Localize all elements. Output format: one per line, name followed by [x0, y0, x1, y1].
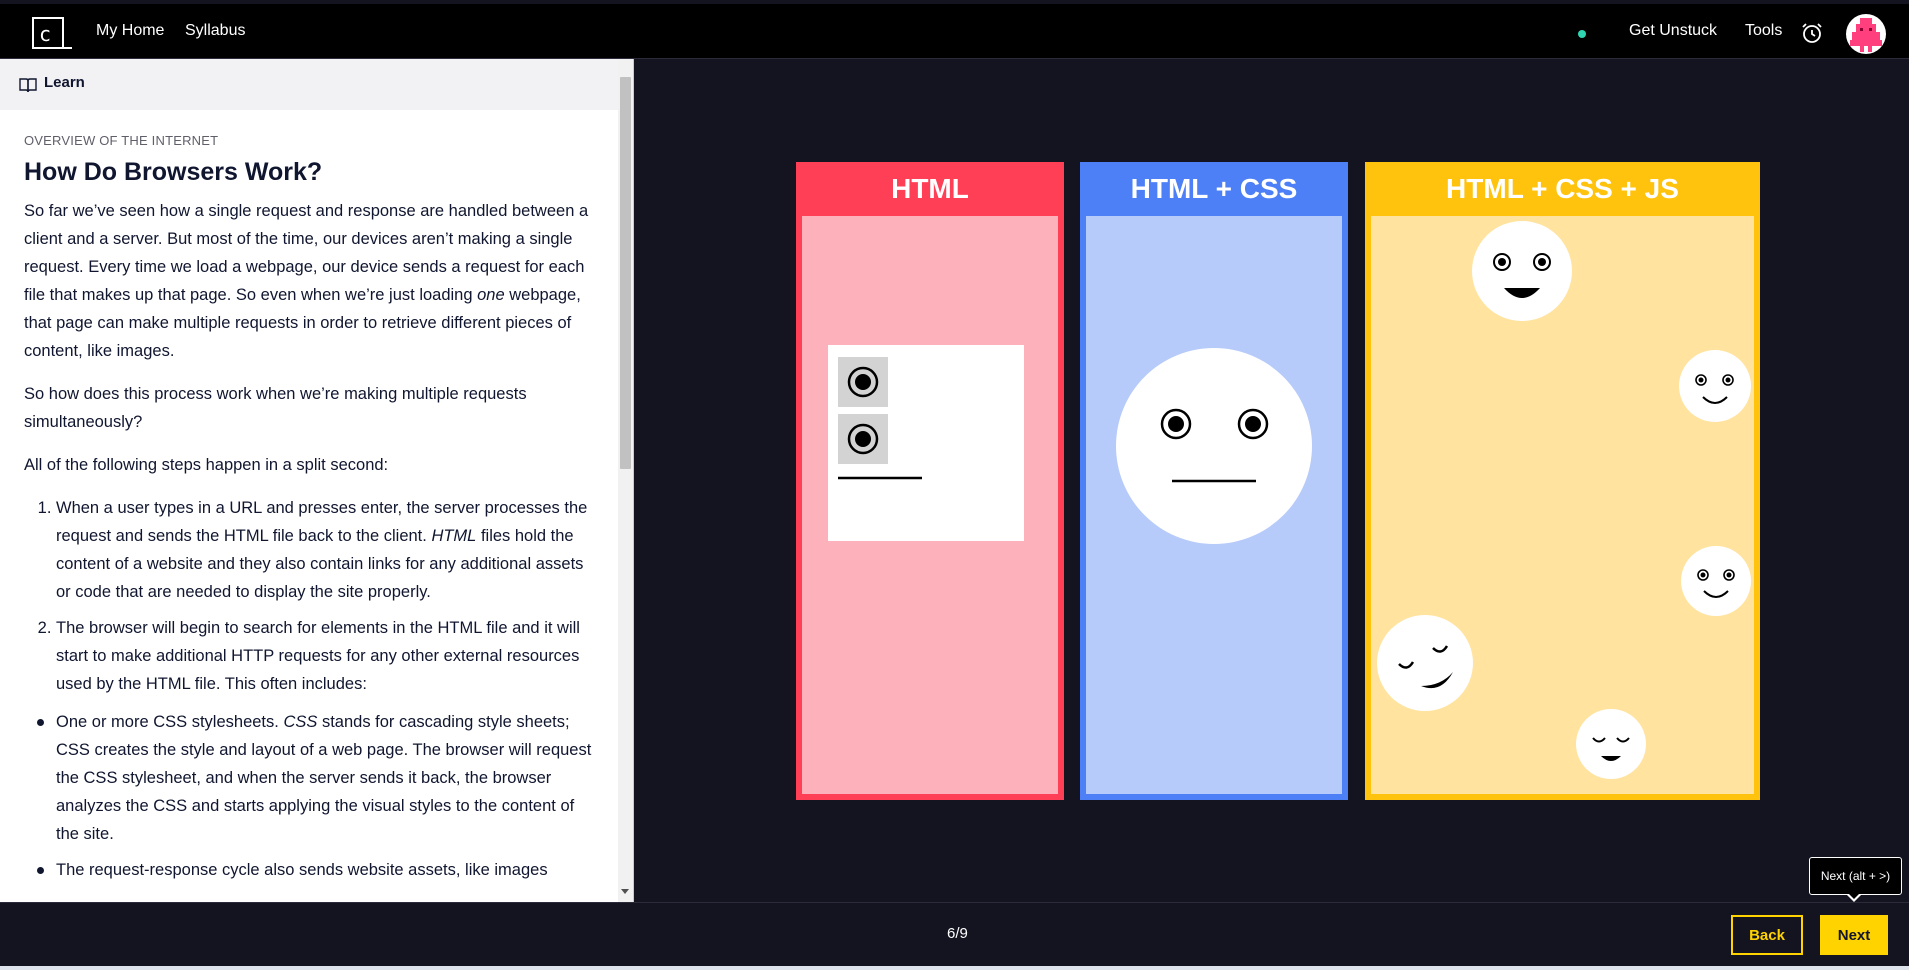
- content-face-icon: [1576, 709, 1646, 779]
- html-column-title: HTML: [891, 173, 969, 204]
- html-css-js-column-body: [1371, 216, 1754, 794]
- tools-link[interactable]: Tools: [1745, 22, 1782, 40]
- bullet-1-text-b: stands for cascading style sheets; CSS c…: [56, 713, 592, 843]
- tooltip-arrow-inner: [1848, 893, 1860, 899]
- lesson-title: How Do Browsers Work?: [24, 158, 323, 186]
- my-home-link[interactable]: My Home: [96, 22, 164, 40]
- bullet-item-assets: The request-response cycle also sends we…: [37, 856, 594, 884]
- paragraph-3: All of the following steps happen in a s…: [24, 456, 389, 474]
- smiling-face-icon: [1679, 350, 1751, 422]
- resources-list: One or more CSS stylesheets. CSS stands …: [24, 708, 594, 884]
- html-column: HTML: [796, 162, 1064, 800]
- laughing-face-icon: [1472, 221, 1572, 321]
- step-item-1: When a user types in a URL and presses e…: [56, 494, 594, 606]
- learn-tab[interactable]: Learn: [0, 59, 618, 110]
- illustration-stage: HTML HTML + CSS HTML + CSS + JS: [635, 59, 1909, 902]
- next-tooltip: Next (alt + >): [1809, 857, 1902, 895]
- bullet-1-emphasis: CSS: [283, 713, 318, 731]
- top-nav: c My Home Syllabus Get Unstuck Tools: [0, 4, 1909, 59]
- paragraph-1: So far we’ve seen how a single request a…: [24, 197, 594, 365]
- animated-faces: [1377, 221, 1751, 779]
- unstyled-face-box: [828, 345, 1024, 541]
- bullet-item-css: One or more CSS stylesheets. CSS stands …: [37, 708, 594, 848]
- next-button[interactable]: Next: [1820, 915, 1888, 955]
- logo-letter: c: [39, 22, 52, 46]
- smiling-face-icon: [1681, 546, 1751, 616]
- html-css-column: HTML + CSS: [1080, 162, 1348, 800]
- scroll-down-arrow-icon[interactable]: [621, 889, 629, 894]
- step-item-2: The browser will begin to search for ele…: [56, 614, 594, 698]
- bullet-1-text-a: One or more CSS stylesheets.: [56, 713, 284, 731]
- user-avatar[interactable]: [1846, 14, 1886, 54]
- avatar-pixel-icon: [1850, 18, 1882, 52]
- back-button[interactable]: Back: [1731, 915, 1803, 955]
- html-css-column-title: HTML + CSS: [1130, 173, 1298, 204]
- get-unstuck-link[interactable]: Get Unstuck: [1629, 22, 1717, 40]
- step-1-emphasis: HTML: [431, 527, 477, 545]
- html-css-js-column-title: HTML + CSS + JS: [1446, 173, 1679, 204]
- scrollbar-thumb[interactable]: [620, 77, 631, 469]
- html-css-js-column: HTML + CSS + JS: [1365, 162, 1760, 800]
- app-window: c My Home Syllabus Get Unstuck Tools Lea…: [0, 0, 1909, 966]
- neutral-face-icon: [1116, 348, 1312, 544]
- status-indicator: [1578, 30, 1586, 38]
- alarm-clock-icon[interactable]: [1800, 21, 1824, 45]
- steps-list: When a user types in a URL and presses e…: [24, 494, 594, 698]
- html-column-body: [802, 216, 1058, 794]
- lesson-eyebrow: OVERVIEW OF THE INTERNET: [24, 133, 219, 148]
- lesson-content: OVERVIEW OF THE INTERNET How Do Browsers…: [24, 133, 594, 892]
- lesson-footer: 6/9 Back Next: [0, 902, 1909, 966]
- paragraph-2: So how does this process work when we’re…: [24, 385, 527, 431]
- learn-tab-label: Learn: [44, 74, 85, 91]
- syllabus-link[interactable]: Syllabus: [185, 22, 245, 40]
- html-css-column-body: [1086, 216, 1342, 794]
- learn-panel: Learn OVERVIEW OF THE INTERNET How Do Br…: [0, 59, 634, 902]
- tilted-happy-face-icon: [1377, 615, 1473, 711]
- book-icon: [19, 78, 37, 93]
- page-counter: 6/9: [947, 925, 968, 942]
- paragraph-1-emphasis: one: [477, 286, 505, 304]
- codecademy-logo[interactable]: c: [32, 17, 64, 49]
- logo-underscore: [61, 47, 72, 49]
